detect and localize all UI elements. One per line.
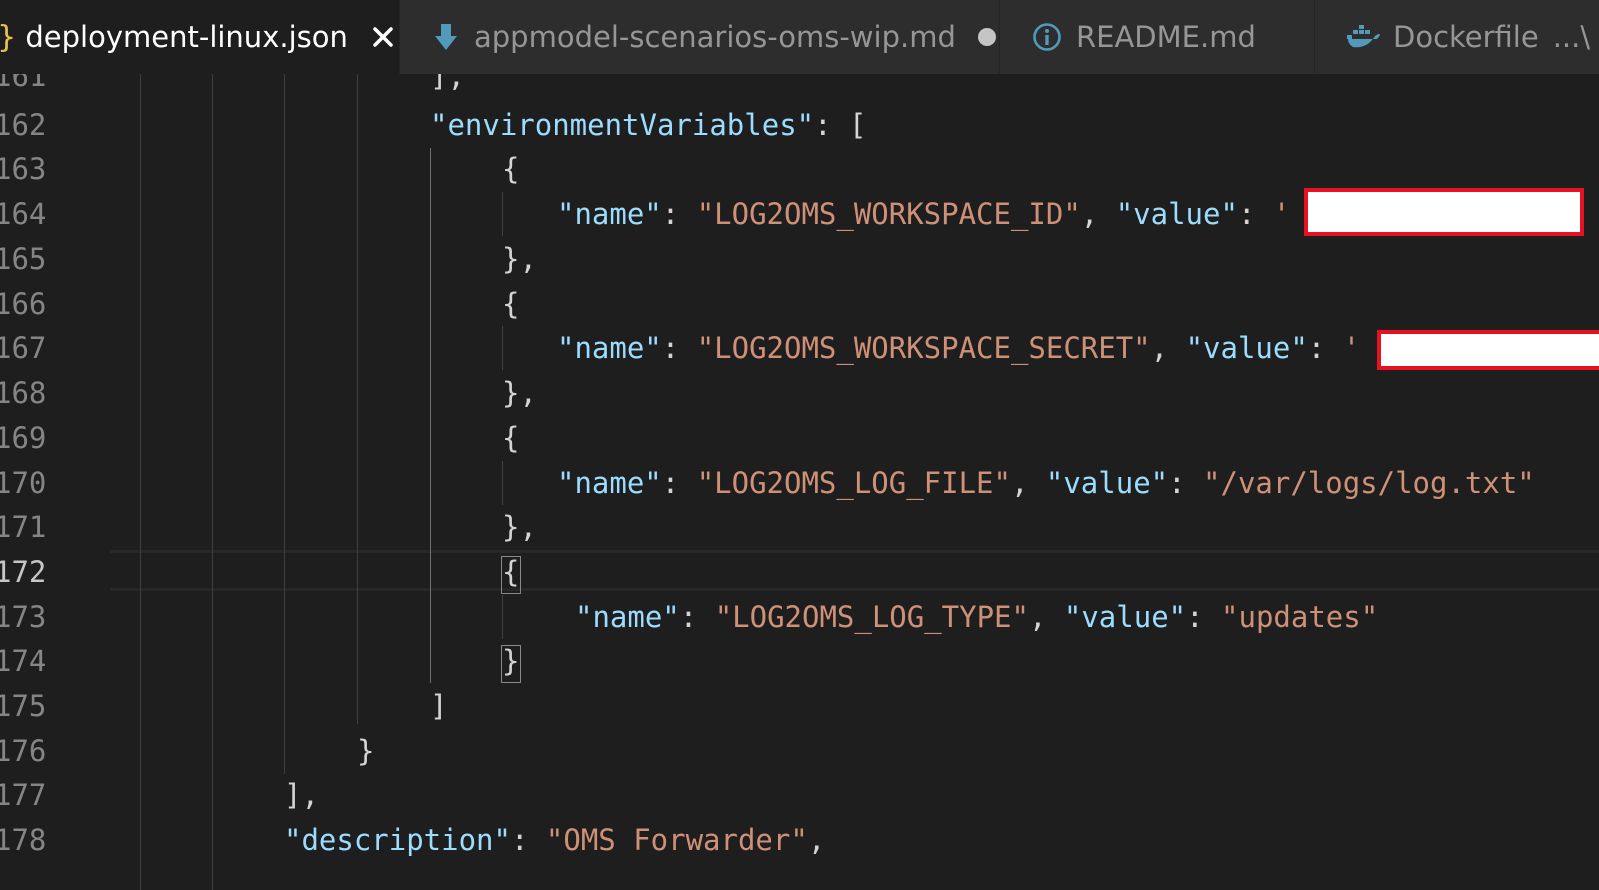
code-line-178: "description": "OMS Forwarder", <box>284 823 826 857</box>
docker-whale-icon <box>1347 24 1381 50</box>
line-number: 164 <box>0 197 47 231</box>
redacted-workspace-secret <box>1377 330 1599 370</box>
tab-label: deployment-linux.json <box>25 20 348 54</box>
indent-guide <box>502 461 503 505</box>
indent-guide <box>502 595 503 639</box>
indent-guide-active <box>430 148 431 683</box>
line-number: 177 <box>0 778 47 812</box>
indent-guide <box>284 74 285 774</box>
editor-tab-bar: } deployment-linux.json appmodel-scenari… <box>0 0 1599 74</box>
bracket-match-highlight <box>501 556 521 594</box>
indent-guide <box>140 74 141 890</box>
code-line-167: "name": "LOG2OMS_WORKSPACE_SECRET", "val… <box>557 331 1361 365</box>
line-number: 167 <box>0 331 47 365</box>
code-line-168: }, <box>502 376 537 410</box>
line-number: 173 <box>0 600 47 634</box>
code-editor[interactable]: 161 162 163 164 165 166 167 168 169 170 … <box>0 74 1599 890</box>
close-icon <box>373 27 394 47</box>
tab-appmodel-scenarios-md[interactable]: appmodel-scenarios-oms-wip.md <box>400 0 1000 74</box>
tab-path-suffix: ...\ <box>1552 20 1591 54</box>
vscode-window: } deployment-linux.json appmodel-scenari… <box>0 0 1599 890</box>
code-line-176: } <box>357 734 375 768</box>
close-tab-button[interactable] <box>368 21 399 53</box>
tab-label: appmodel-scenarios-oms-wip.md <box>474 20 956 54</box>
code-line-166: { <box>502 287 520 321</box>
line-number: 162 <box>0 108 47 142</box>
code-line-161: ], <box>430 74 465 93</box>
tab-label: Dockerfile <box>1393 20 1539 54</box>
dirty-indicator-icon <box>978 28 997 46</box>
tab-readme-md[interactable]: README.md <box>1000 0 1315 74</box>
tab-deployment-linux-json[interactable]: } deployment-linux.json <box>0 0 400 74</box>
code-line-175: ] <box>430 689 448 723</box>
indent-guide <box>357 74 358 724</box>
line-number: 169 <box>0 421 47 455</box>
redacted-workspace-id <box>1304 188 1584 236</box>
line-number: 168 <box>0 376 47 410</box>
line-number: 176 <box>0 734 47 768</box>
line-number: 175 <box>0 689 47 723</box>
code-line-173: "name": "LOG2OMS_LOG_TYPE", "value": "up… <box>575 600 1379 634</box>
line-number: 171 <box>0 510 47 544</box>
code-line-163: { <box>502 152 520 186</box>
code-line-171: }, <box>502 510 537 544</box>
unsaved-dot-button[interactable] <box>976 21 999 53</box>
code-line-169: { <box>502 421 520 455</box>
line-number: 170 <box>0 466 47 500</box>
line-number: 174 <box>0 644 47 678</box>
line-number: 166 <box>0 287 47 321</box>
line-number: 163 <box>0 152 47 186</box>
bracket-match-highlight <box>501 645 521 683</box>
tab-dockerfile[interactable]: Dockerfile ...\ <box>1315 0 1599 74</box>
code-line-170: "name": "LOG2OMS_LOG_FILE", "value": "/v… <box>557 466 1535 500</box>
line-number: 161 <box>0 74 47 93</box>
indent-guide <box>502 192 503 236</box>
line-number: 178 <box>0 823 47 857</box>
current-line-highlight <box>110 550 1599 591</box>
code-line-162: "environmentVariables": [ <box>430 108 867 142</box>
line-number-gutter: 161 162 163 164 165 166 167 168 169 170 … <box>0 74 110 890</box>
info-circle-icon <box>1032 22 1062 52</box>
code-line-164: "name": "LOG2OMS_WORKSPACE_ID", "value":… <box>557 197 1291 231</box>
markdown-arrow-down-icon <box>434 22 458 52</box>
json-braces-icon: } <box>0 20 17 55</box>
indent-guide <box>212 74 213 890</box>
line-number: 165 <box>0 242 47 276</box>
line-number-current: 172 <box>0 555 47 589</box>
code-line-165: }, <box>502 242 537 276</box>
indent-guide <box>502 326 503 370</box>
tab-label: README.md <box>1076 20 1256 54</box>
code-line-177: ], <box>284 778 319 812</box>
